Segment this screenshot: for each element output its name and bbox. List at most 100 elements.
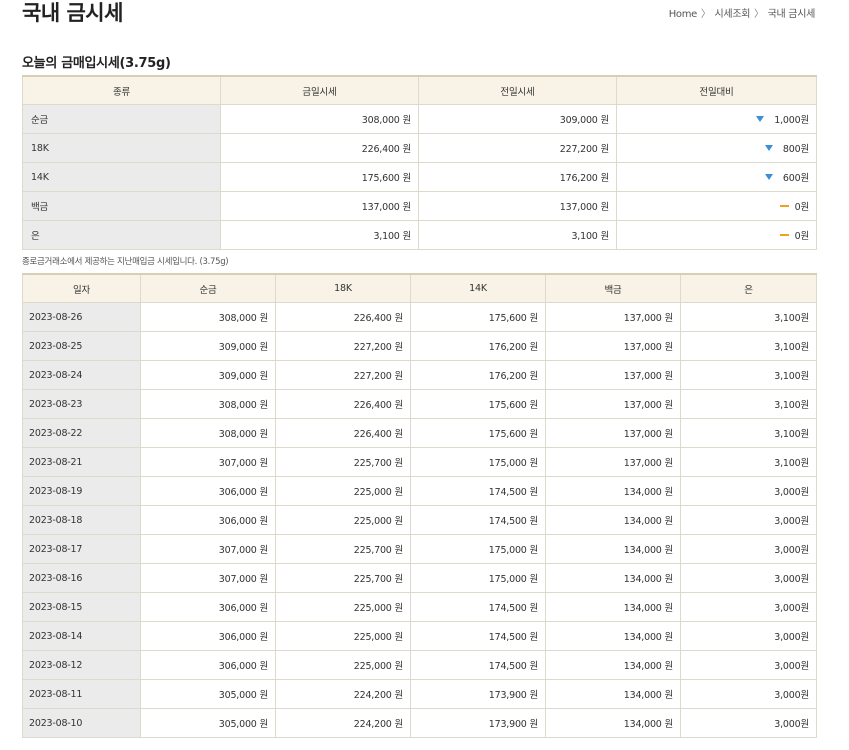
- 14k-cell: 174,500 원: [410, 592, 546, 622]
- pure-gold-cell: 307,000 원: [140, 563, 276, 593]
- date-cell: 2023-08-21: [22, 447, 141, 477]
- 14k-cell: 175,000 원: [410, 563, 546, 593]
- date-cell: 2023-08-16: [22, 563, 141, 593]
- date-cell: 2023-08-17: [22, 534, 141, 564]
- prev-price-cell: 3,100 원: [418, 220, 617, 250]
- table-row: 2023-08-16 307,000 원 225,700 원 175,000 원 134…: [22, 563, 817, 593]
- change-value: 0원: [794, 231, 810, 242]
- 14k-cell: 175,000 원: [410, 534, 546, 564]
- dash-icon: [779, 234, 789, 236]
- silver-cell: 3,000원: [680, 650, 817, 680]
- type-cell: 은: [22, 220, 221, 250]
- today-section-title: 오늘의 금매입시세(3.75g): [22, 56, 171, 71]
- table-row: 2023-08-11 305,000 원 224,200 원 173,900 원 134…: [22, 679, 817, 709]
- history-price-table: 일자 순금 18K 14K 백금 은 2023-08-26 308,000 원 22…: [22, 273, 817, 738]
- pure-gold-cell: 308,000 원: [140, 302, 276, 332]
- today-price-cell: 226,400 원: [220, 133, 419, 163]
- pure-gold-cell: 306,000 원: [140, 505, 276, 535]
- 14k-cell: 175,000 원: [410, 447, 546, 477]
- change-value: 600원: [782, 173, 809, 184]
- silver-cell: 3,000원: [680, 476, 817, 506]
- 14k-cell: 174,500 원: [410, 476, 546, 506]
- col-header-today: 금일시세: [220, 75, 419, 105]
- 14k-cell: 175,600 원: [410, 418, 546, 448]
- pure-gold-cell: 307,000 원: [140, 447, 276, 477]
- triangle-down-icon: [764, 174, 773, 180]
- col-header-14k: 14K: [410, 273, 546, 303]
- silver-cell: 3,100원: [680, 418, 817, 448]
- platinum-cell: 134,000 원: [545, 534, 681, 564]
- today-table-header: 종류 금일시세 전일시세 전일대비: [22, 75, 817, 105]
- pure-gold-cell: 305,000 원: [140, 708, 276, 738]
- platinum-cell: 134,000 원: [545, 679, 681, 709]
- today-price-cell: 3,100 원: [220, 220, 419, 250]
- table-row: 2023-08-24 309,000 원 227,200 원 176,200 원 137…: [22, 360, 817, 390]
- 18k-cell: 225,000 원: [275, 621, 411, 651]
- pure-gold-cell: 308,000 원: [140, 418, 276, 448]
- type-cell: 18K: [22, 133, 221, 163]
- change-cell: 600원: [616, 162, 817, 192]
- platinum-cell: 137,000 원: [545, 331, 681, 361]
- table-row: 순금 308,000 원 309,000 원 1,000원: [22, 104, 817, 134]
- date-cell: 2023-08-19: [22, 476, 141, 506]
- date-cell: 2023-08-12: [22, 650, 141, 680]
- platinum-cell: 137,000 원: [545, 302, 681, 332]
- table-row: 2023-08-22 308,000 원 226,400 원 175,600 원 137…: [22, 418, 817, 448]
- breadcrumb-separator: 〉: [700, 9, 711, 20]
- history-note: 종로금거래소에서 제공하는 지난매입금 시세입니다. (3.75g): [22, 257, 229, 267]
- 14k-cell: 174,500 원: [410, 505, 546, 535]
- col-header-silver: 은: [680, 273, 817, 303]
- 14k-cell: 174,500 원: [410, 650, 546, 680]
- page-title: 국내 금시세: [22, 1, 123, 25]
- date-cell: 2023-08-25: [22, 331, 141, 361]
- breadcrumb-price-lookup-link[interactable]: 시세조회: [715, 9, 751, 20]
- platinum-cell: 134,000 원: [545, 476, 681, 506]
- pure-gold-cell: 309,000 원: [140, 360, 276, 390]
- change-cell: 0원: [616, 220, 817, 250]
- platinum-cell: 134,000 원: [545, 592, 681, 622]
- date-cell: 2023-08-15: [22, 592, 141, 622]
- table-row: 2023-08-26 308,000 원 226,400 원 175,600 원 137…: [22, 302, 817, 332]
- 14k-cell: 176,200 원: [410, 360, 546, 390]
- today-price-table: 종류 금일시세 전일시세 전일대비 순금 308,000 원 309,000 원 1,…: [22, 75, 817, 250]
- table-row: 2023-08-12 306,000 원 225,000 원 174,500 원 134…: [22, 650, 817, 680]
- type-cell: 백금: [22, 191, 221, 221]
- col-header-prev: 전일시세: [418, 75, 617, 105]
- table-row: 백금 137,000 원 137,000 원 0원: [22, 191, 817, 221]
- triangle-down-icon: [756, 116, 765, 122]
- pure-gold-cell: 306,000 원: [140, 592, 276, 622]
- 18k-cell: 225,000 원: [275, 592, 411, 622]
- silver-cell: 3,100원: [680, 331, 817, 361]
- 18k-cell: 225,700 원: [275, 534, 411, 564]
- 14k-cell: 174,500 원: [410, 621, 546, 651]
- pure-gold-cell: 306,000 원: [140, 650, 276, 680]
- pure-gold-cell: 309,000 원: [140, 331, 276, 361]
- 14k-cell: 175,600 원: [410, 302, 546, 332]
- silver-cell: 3,000원: [680, 563, 817, 593]
- triangle-down-icon: [764, 145, 773, 151]
- type-cell: 순금: [22, 104, 221, 134]
- 18k-cell: 224,200 원: [275, 679, 411, 709]
- table-row: 2023-08-17 307,000 원 225,700 원 175,000 원 134…: [22, 534, 817, 564]
- 18k-cell: 225,700 원: [275, 563, 411, 593]
- today-price-cell: 137,000 원: [220, 191, 419, 221]
- silver-cell: 3,100원: [680, 360, 817, 390]
- silver-cell: 3,000원: [680, 505, 817, 535]
- silver-cell: 3,100원: [680, 389, 817, 419]
- change-cell: 0원: [616, 191, 817, 221]
- date-cell: 2023-08-23: [22, 389, 141, 419]
- silver-cell: 3,000원: [680, 708, 817, 738]
- breadcrumb-home-link[interactable]: Home: [669, 9, 698, 20]
- col-header-type: 종류: [22, 75, 221, 105]
- date-cell: 2023-08-10: [22, 708, 141, 738]
- table-row: 2023-08-14 306,000 원 225,000 원 174,500 원 134…: [22, 621, 817, 651]
- pure-gold-cell: 307,000 원: [140, 534, 276, 564]
- platinum-cell: 137,000 원: [545, 389, 681, 419]
- change-value: 0원: [794, 202, 810, 213]
- table-row: 은 3,100 원 3,100 원 0원: [22, 220, 817, 250]
- prev-price-cell: 176,200 원: [418, 162, 617, 192]
- date-cell: 2023-08-18: [22, 505, 141, 535]
- pure-gold-cell: 306,000 원: [140, 621, 276, 651]
- col-header-pure-gold: 순금: [140, 273, 276, 303]
- breadcrumb-current: 국내 금시세: [767, 9, 816, 20]
